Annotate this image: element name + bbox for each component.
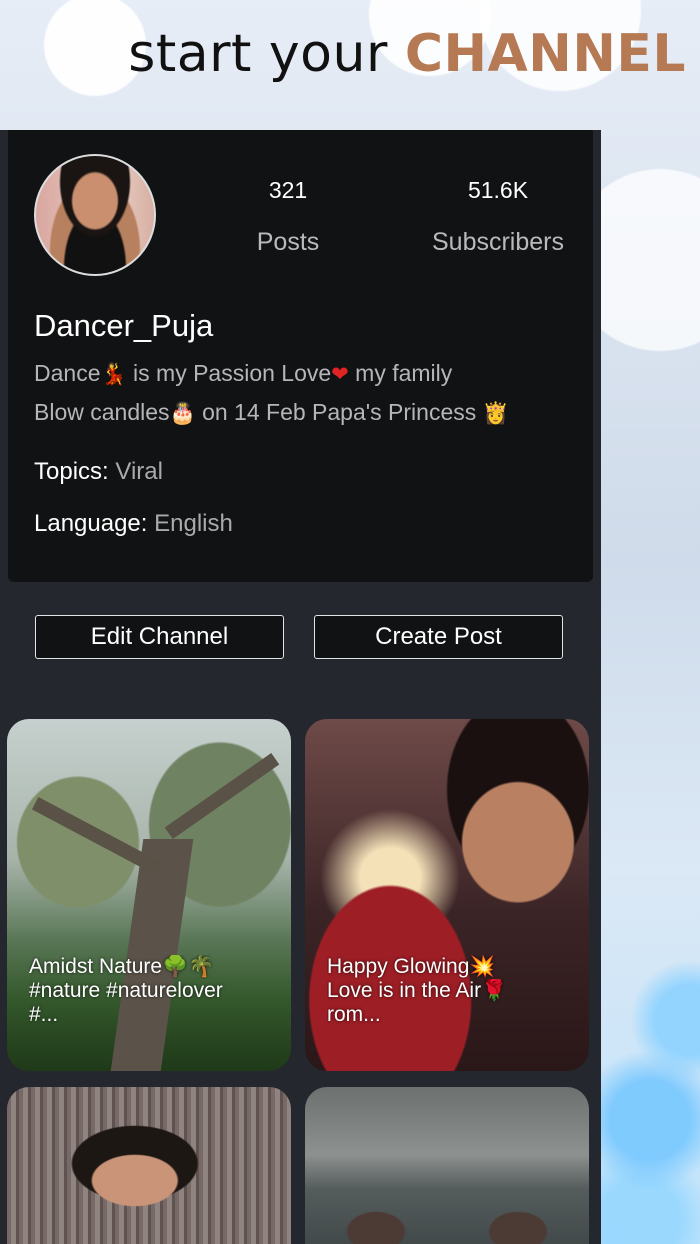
cake-emoji-icon: 🎂 <box>169 401 196 425</box>
headline-accent: CHANNEL <box>404 24 686 84</box>
post-tile[interactable]: Happy Glowing💥 Love is in the Air🌹 rom..… <box>305 719 589 1071</box>
language-value: English <box>154 510 233 537</box>
channel-name: Dancer_Puja <box>34 308 214 343</box>
bio-text: Blow candles <box>34 399 170 425</box>
posts-count: 321 <box>268 177 308 203</box>
bio-text: Dance <box>34 360 101 386</box>
promo-headline: start your CHANNEL <box>128 24 686 84</box>
post-caption: Amidst Nature🌳🌴 #nature #naturelover #..… <box>29 955 279 1027</box>
bio-text: on 14 Feb Papa's Princess <box>195 399 483 425</box>
post-tile[interactable] <box>305 1087 589 1244</box>
language-row: Language: English <box>34 510 233 538</box>
caption-line: #... <box>29 1003 59 1026</box>
posts-stat[interactable]: 321 Posts <box>238 177 338 257</box>
topics-value: Viral <box>115 458 163 485</box>
avatar[interactable] <box>34 154 156 276</box>
subscribers-stat[interactable]: 51.6K Subscribers <box>418 177 578 257</box>
headline-prefix: start your <box>128 24 388 84</box>
bio-line-1: Dance💃 is my Passion Love❤ my family <box>34 354 574 393</box>
subscribers-label: Subscribers <box>432 228 564 256</box>
post-caption: Happy Glowing💥 Love is in the Air🌹 rom..… <box>327 955 577 1027</box>
posts-label: Posts <box>256 228 320 256</box>
subscribers-count: 51.6K <box>467 177 529 203</box>
post-tile[interactable]: Amidst Nature🌳🌴 #nature #naturelover #..… <box>7 719 291 1071</box>
bio-text: my family <box>348 360 453 386</box>
phone-screen: 321 Posts 51.6K Subscribers Dancer_Puja … <box>0 130 601 1244</box>
channel-bio: Dance💃 is my Passion Love❤ my family Blo… <box>34 354 574 432</box>
princess-emoji-icon: 👸 <box>482 401 509 425</box>
heart-emoji-icon: ❤ <box>331 362 349 386</box>
topics-label: Topics: <box>34 458 109 485</box>
post-image-detail <box>164 752 280 840</box>
caption-line: Love is in the Air🌹 <box>327 979 508 1002</box>
profile-card: 321 Posts 51.6K Subscribers Dancer_Puja … <box>8 130 593 582</box>
bio-line-2: Blow candles🎂 on 14 Feb Papa's Princess … <box>34 393 574 432</box>
language-label: Language: <box>34 510 148 537</box>
create-post-button[interactable]: Create Post <box>314 615 563 659</box>
post-image-detail <box>31 796 163 876</box>
caption-line: Amidst Nature🌳🌴 <box>29 955 215 978</box>
bio-text: is my Passion Love <box>126 360 332 386</box>
caption-line: rom... <box>327 1003 381 1026</box>
caption-line: Happy Glowing💥 <box>327 955 496 978</box>
edit-channel-button[interactable]: Edit Channel <box>35 615 284 659</box>
dancer-emoji-icon: 💃 <box>100 362 127 386</box>
post-tile[interactable] <box>7 1087 291 1244</box>
topics-row: Topics: Viral <box>34 458 163 486</box>
caption-line: #nature #naturelover <box>29 979 223 1002</box>
